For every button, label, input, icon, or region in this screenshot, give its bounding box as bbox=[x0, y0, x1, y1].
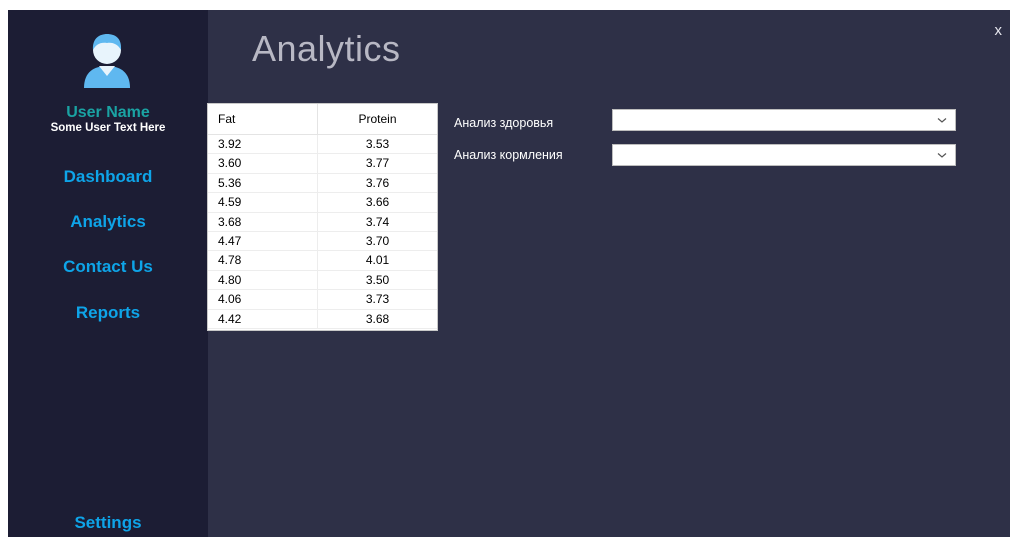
cell-protein: 3.50 bbox=[365, 272, 390, 287]
cell-fat: 4.42 bbox=[208, 309, 318, 328]
cell-protein: 3.53 bbox=[365, 137, 390, 151]
user-avatar-icon bbox=[84, 34, 130, 88]
chevron-down-icon bbox=[937, 118, 947, 123]
close-button[interactable]: x bbox=[995, 22, 1003, 39]
cell-fat: 3.68 bbox=[208, 212, 318, 231]
nav-analytics[interactable]: Analytics bbox=[8, 212, 208, 232]
user-name: User Name bbox=[66, 104, 150, 121]
health-analysis-dropdown[interactable] bbox=[612, 109, 956, 131]
sidebar: User Name Some User Text Here Dashboard … bbox=[8, 10, 208, 537]
table-row[interactable]: 3.68 3.74 bbox=[208, 212, 437, 232]
cell-protein: 3.77 bbox=[365, 156, 390, 171]
cell-fat: 4.06 bbox=[208, 290, 318, 309]
feeding-analysis-label: Анализ кормления bbox=[454, 148, 563, 162]
table-row[interactable]: 4.47 3.70 bbox=[208, 231, 437, 252]
feeding-analysis-dropdown[interactable] bbox=[612, 144, 956, 166]
user-subtitle: Some User Text Here bbox=[50, 122, 166, 134]
cell-protein: 3.73 bbox=[365, 292, 390, 307]
cell-fat: 4.78 bbox=[208, 251, 318, 270]
table-row[interactable]: 4.59 3.66 bbox=[208, 193, 437, 213]
app-window: User Name Some User Text Here Dashboard … bbox=[8, 10, 1010, 537]
page-title: Analytics bbox=[252, 28, 401, 69]
table-row[interactable]: 4.42 3.68 bbox=[208, 309, 437, 329]
column-header-fat[interactable]: Fat bbox=[208, 104, 318, 134]
grid-header: Fat Protein bbox=[208, 104, 437, 135]
chevron-down-icon bbox=[937, 153, 947, 158]
nav-settings[interactable]: Settings bbox=[8, 513, 208, 533]
health-analysis-label: Анализ здоровья bbox=[454, 116, 554, 130]
cell-fat: 4.59 bbox=[208, 193, 318, 212]
table-row[interactable]: 4.78 4.01 bbox=[208, 251, 437, 271]
table-row[interactable]: 5.36 3.76 bbox=[208, 173, 437, 194]
table-row[interactable]: 4.06 3.73 bbox=[208, 290, 437, 310]
table-row[interactable]: 4.80 3.50 bbox=[208, 270, 437, 291]
data-grid[interactable]: Fat Protein 3.92 3.53 3.60 3.77 5.36 3.76 4… bbox=[207, 103, 438, 331]
column-header-protein[interactable]: Protein bbox=[318, 104, 437, 134]
cell-protein: 3.74 bbox=[365, 214, 390, 229]
cell-protein: 3.68 bbox=[365, 311, 390, 326]
nav-contact-us[interactable]: Contact Us bbox=[8, 257, 208, 277]
table-row[interactable]: 3.92 3.53 bbox=[208, 135, 437, 155]
cell-protein: 3.70 bbox=[365, 233, 390, 248]
cell-protein: 3.66 bbox=[365, 195, 390, 210]
cell-protein: 3.76 bbox=[365, 175, 390, 190]
cell-fat: 3.92 bbox=[208, 135, 318, 154]
cell-fat: 4.80 bbox=[208, 270, 318, 290]
nav-reports[interactable]: Reports bbox=[8, 303, 208, 323]
cell-fat: 3.60 bbox=[208, 154, 318, 173]
table-row[interactable]: 3.60 3.77 bbox=[208, 154, 437, 174]
cell-fat: 5.36 bbox=[208, 173, 318, 193]
cell-fat: 4.47 bbox=[208, 231, 318, 251]
cell-protein: 4.01 bbox=[365, 253, 390, 268]
nav-dashboard[interactable]: Dashboard bbox=[8, 167, 208, 187]
